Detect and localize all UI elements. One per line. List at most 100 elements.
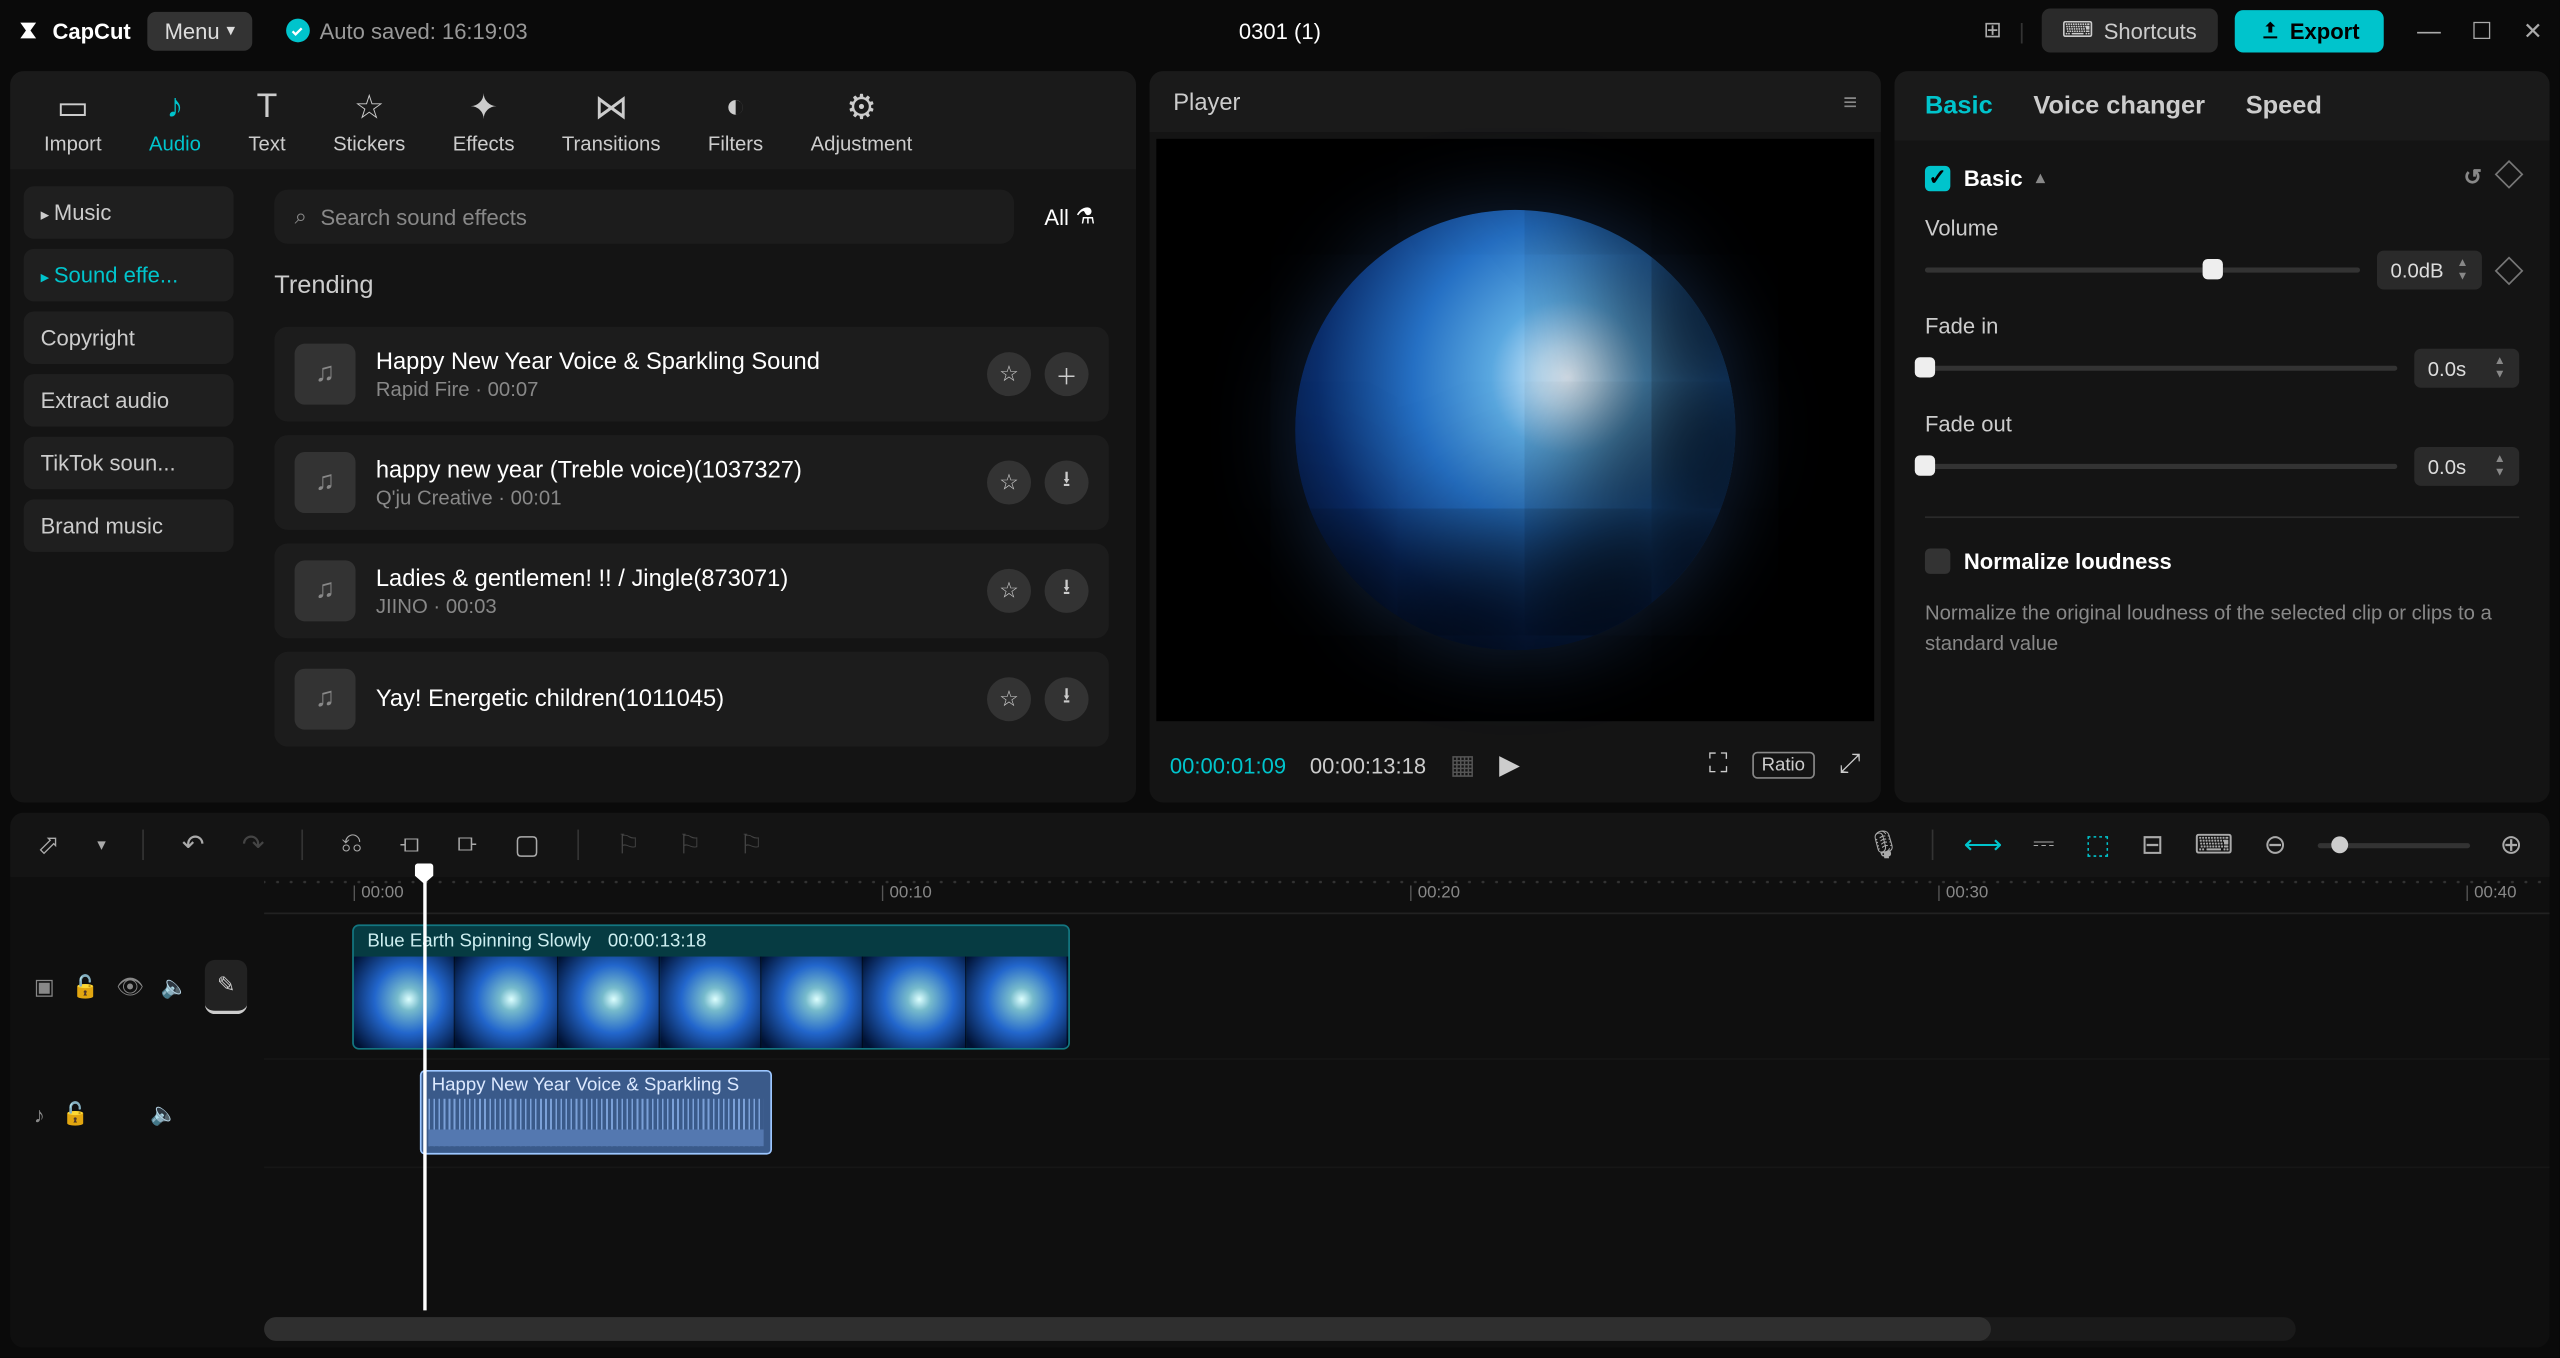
category-item[interactable]: TikTok soun... [24,437,234,489]
mute-icon[interactable]: 🔈 [161,973,188,1000]
audio-clip-name: Happy New Year Voice & Sparkling S [422,1072,771,1099]
star-icon[interactable]: ☆ [987,460,1031,504]
timeline-scrollbar[interactable] [264,1317,2296,1341]
keyframe-icon[interactable] [2495,160,2524,189]
delete-icon[interactable]: ▢ [514,828,540,862]
sound-item[interactable]: ♫ Happy New Year Voice & Sparkling Sound… [274,327,1109,422]
pointer-tool-icon[interactable]: ⬀ [37,828,60,862]
link-icon[interactable]: ⬚ [2085,828,2111,862]
normalize-checkbox[interactable] [1925,549,1950,574]
lock-icon[interactable]: 🔓 [62,1100,89,1127]
filter-button[interactable]: All ⚗ [1031,193,1109,240]
layout-icon[interactable]: ⊞ [1983,17,2001,44]
source-tab-stickers[interactable]: ☆Stickers [333,88,405,156]
tab-speed[interactable]: Speed [2246,91,2322,120]
zoom-slider[interactable] [2317,842,2469,847]
plus-icon[interactable]: ＋ [1045,352,1089,396]
volume-label: Volume [1925,215,2519,240]
menu-button[interactable]: Menu ▾ [148,11,252,50]
category-item[interactable]: Brand music [24,499,234,551]
audio-icon: ♪ [167,88,184,125]
sub-icon[interactable]: ⌨ [2194,828,2233,862]
filters-icon: ◐ [725,88,745,125]
eye-icon[interactable]: 👁 [116,973,144,1000]
fadein-slider[interactable] [1925,366,2397,371]
tab-basic[interactable]: Basic [1925,91,1993,120]
sound-item[interactable]: ♫ Yay! Energetic children(1011045) ☆ ⭳ [274,652,1109,747]
redo-icon: ↷ [242,828,265,862]
chevron-up-icon[interactable]: ▴ [2036,168,2045,187]
volume-value[interactable]: 0.0dB▲▼ [2377,251,2482,290]
tab-voice-changer[interactable]: Voice changer [2033,91,2205,120]
mic-icon[interactable]: 🎙 [1867,828,1901,862]
trim-right-icon[interactable]: ⟥ [457,830,477,860]
audio-track[interactable]: Happy New Year Voice & Sparkling S [264,1060,2550,1168]
chevron-down-icon: ▾ [226,21,235,40]
zoom-out-icon[interactable]: ⊖ [2264,828,2287,862]
player-menu-icon[interactable]: ≡ [1843,88,1857,115]
category-item[interactable]: Copyright [24,312,234,364]
scan-icon[interactable]: ⛶ [1709,750,1728,780]
fullscreen-icon[interactable]: ⤢ [1839,750,1861,780]
shortcuts-button[interactable]: ⌨ Shortcuts [2041,8,2217,52]
source-tab-text[interactable]: TText [248,88,285,156]
fadeout-value[interactable]: 0.0s▲▼ [2414,447,2519,486]
sound-item[interactable]: ♫ happy new year (Treble voice)(1037327)… [274,435,1109,530]
zoom-in-icon[interactable]: ⊕ [2500,828,2523,862]
video-track[interactable]: Blue Earth Spinning Slowly 00:00:13:18 [264,914,2550,1060]
music-note-icon: ♫ [295,560,356,621]
sound-item[interactable]: ♫ Ladies & gentlemen! !! / Jingle(873071… [274,543,1109,638]
volume-keyframe-icon[interactable] [2495,256,2524,285]
source-tab-filters[interactable]: ◐Filters [708,88,763,156]
source-tab-transitions[interactable]: ⋈Transitions [562,88,661,156]
maximize-icon[interactable]: ☐ [2471,16,2492,45]
import-icon: ▭ [57,88,89,125]
source-tab-import[interactable]: ▭Import [44,88,102,156]
mute-icon[interactable]: 🔈 [150,1100,177,1127]
fadeout-slider[interactable] [1925,464,2397,469]
grid-icon[interactable]: ▦ [1450,748,1476,782]
timeline-ruler[interactable]: 00:0000:1000:2000:3000:40 [264,877,2550,914]
preview-frame [1295,210,1735,650]
source-tab-adjustment[interactable]: ⚙Adjustment [811,88,913,156]
snap-icon[interactable]: ⟷ [1964,828,2003,862]
undo-icon[interactable]: ↶ [182,828,205,862]
normalize-label: Normalize loudness [1964,549,2172,574]
play-icon[interactable]: ▶ [1499,748,1520,782]
star-icon[interactable]: ☆ [987,352,1031,396]
lock-icon[interactable]: 🔓 [72,973,99,1000]
category-item[interactable]: Sound effe... [24,249,234,301]
close-icon[interactable]: ✕ [2523,16,2543,45]
source-tab-audio[interactable]: ♪Audio [149,88,201,156]
fadein-value[interactable]: 0.0s▲▼ [2414,349,2519,388]
search-input[interactable]: ⌕ Search sound effects [274,190,1014,244]
volume-slider[interactable] [1925,267,2360,272]
star-icon[interactable]: ☆ [987,677,1031,721]
basic-checkbox[interactable]: ✓ [1925,165,1950,190]
category-item[interactable]: Music [24,186,234,238]
source-tab-effects[interactable]: ✦Effects [453,88,515,156]
video-track-icon[interactable]: ▣ [34,973,55,1000]
magnet-icon[interactable]: ⎓ [2033,830,2055,860]
player-viewport[interactable] [1156,139,1874,721]
star-icon[interactable]: ☆ [987,569,1031,613]
video-clip[interactable]: Blue Earth Spinning Slowly 00:00:13:18 [352,924,1070,1049]
check-icon [286,19,310,43]
playhead[interactable] [423,877,426,1310]
download-icon[interactable]: ⭳ [1045,569,1089,613]
edit-track-icon[interactable]: ✎ [205,960,247,1014]
trim-left-icon[interactable]: ⟤ [400,830,420,860]
export-button[interactable]: Export [2234,9,2383,51]
category-item[interactable]: Extract audio [24,374,234,426]
audio-track-icon[interactable]: ♪ [34,1101,45,1126]
audio-clip[interactable]: Happy New Year Voice & Sparkling S [420,1070,772,1155]
minimize-icon[interactable]: — [2417,16,2441,45]
download-icon[interactable]: ⭳ [1045,677,1089,721]
download-icon[interactable]: ⭳ [1045,460,1089,504]
split-icon[interactable]: ⎌ [341,830,363,860]
pointer-dropdown-icon[interactable]: ▾ [97,835,106,854]
ratio-button[interactable]: Ratio [1751,752,1815,779]
align-icon[interactable]: ⊟ [2141,828,2164,862]
reset-icon[interactable]: ↺ [2463,164,2481,191]
duration-timecode: 00:00:13:18 [1310,753,1426,778]
